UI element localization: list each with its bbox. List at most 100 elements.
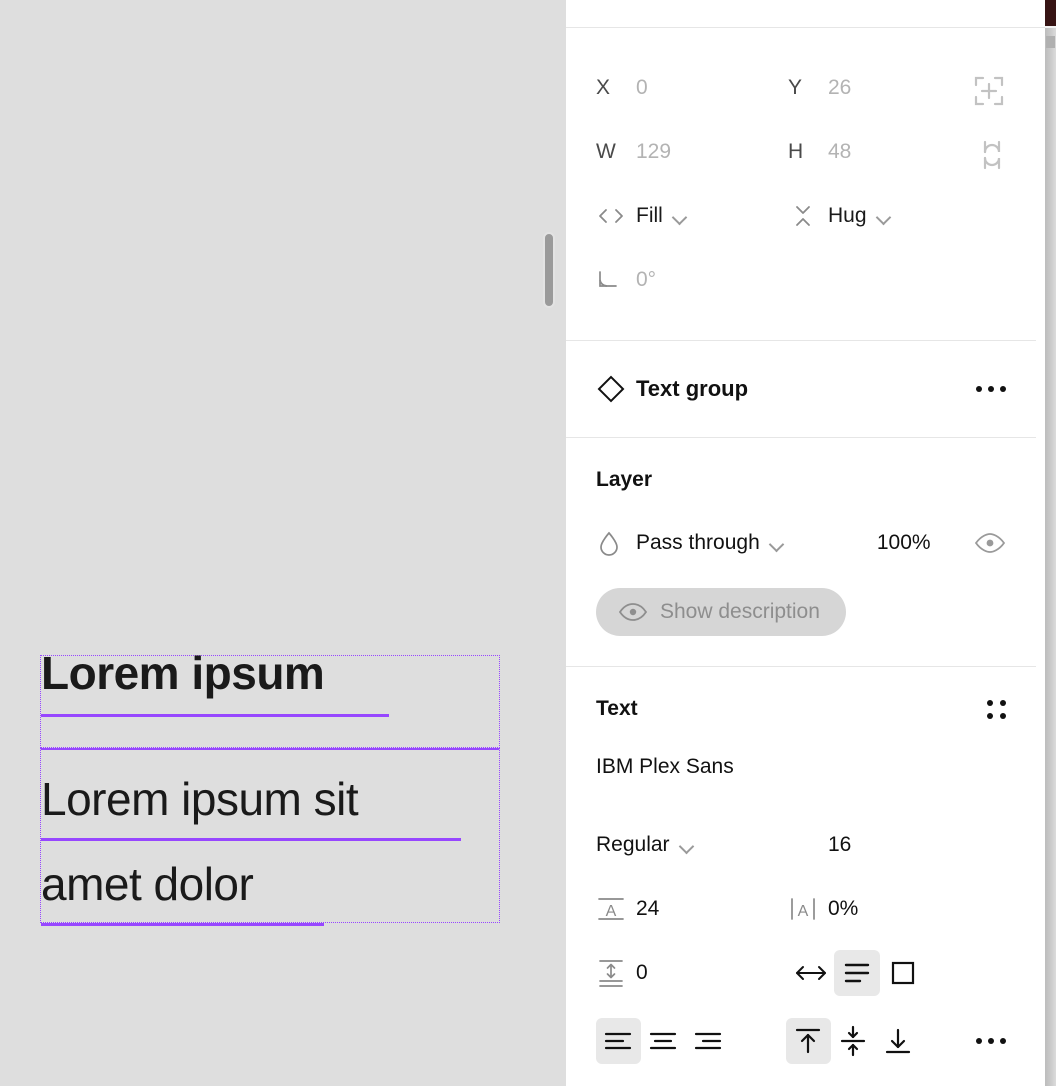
design-canvas[interactable]: Lorem ipsum Lorem ipsum sit amet dolor bbox=[0, 0, 566, 1086]
vertical-resize-value: Hug bbox=[828, 204, 867, 227]
align-top-button[interactable] bbox=[786, 1018, 831, 1064]
layer-section: Layer Pass through 100% Show description bbox=[566, 438, 1036, 667]
text-section-title: Text bbox=[596, 697, 638, 720]
fixed-size-button[interactable] bbox=[880, 950, 926, 996]
font-weight-value: Regular bbox=[596, 833, 670, 856]
spacing-row: A 24 A 0% bbox=[596, 877, 1006, 941]
font-family-field[interactable]: IBM Plex Sans bbox=[596, 755, 1006, 779]
paragraph-spacing-field[interactable]: 0 bbox=[596, 957, 788, 989]
align-bottom-button[interactable] bbox=[875, 1018, 920, 1064]
canvas-vertical-scrollbar[interactable] bbox=[543, 0, 555, 1086]
line-height-field[interactable]: A 24 bbox=[596, 894, 788, 924]
dot bbox=[1000, 386, 1006, 392]
text-section: Text IBM Plex Sans Regular 16 A 24 A 0% … bbox=[566, 667, 1036, 1086]
geometry-section: X 0 Y 26 W 129 H 48 Fill Hug 0° bbox=[566, 28, 1036, 341]
letter-spacing-value: 0% bbox=[828, 897, 859, 920]
rotation-row: 0° bbox=[596, 248, 1006, 312]
heading-text-glyphs: Lorem ipsum bbox=[41, 647, 325, 699]
align-right-button[interactable] bbox=[685, 1018, 730, 1064]
show-description-label: Show description bbox=[660, 600, 820, 623]
x-value[interactable]: 0 bbox=[636, 76, 648, 100]
h-label: H bbox=[788, 140, 804, 163]
width-field[interactable]: W 129 bbox=[596, 140, 788, 164]
window-title-bar-accent bbox=[1045, 0, 1056, 26]
y-label: Y bbox=[788, 76, 803, 99]
object-header: Text group bbox=[566, 341, 1036, 438]
body-baseline-indicator-2 bbox=[41, 923, 324, 926]
canvas-text-object-heading[interactable]: Lorem ipsum bbox=[40, 647, 500, 748]
dot bbox=[987, 712, 993, 719]
canvas-scrollbar-thumb[interactable] bbox=[543, 232, 555, 308]
align-left-button[interactable] bbox=[596, 1018, 641, 1064]
auto-height-button[interactable] bbox=[834, 950, 880, 996]
x-field[interactable]: X 0 bbox=[596, 76, 788, 100]
align-middle-button[interactable] bbox=[831, 1018, 876, 1064]
paragraph-spacing-icon bbox=[596, 957, 636, 989]
constrain-position-icon[interactable] bbox=[972, 74, 1006, 108]
layer-visibility-toggle[interactable] bbox=[974, 532, 1006, 554]
panel-content: X 0 Y 26 W 129 H 48 Fill Hug 0° Text gro… bbox=[566, 28, 1036, 1086]
vertical-resize-icon bbox=[788, 204, 828, 228]
chevron-down-icon bbox=[680, 841, 694, 850]
font-style-row: Regular 16 bbox=[596, 813, 1006, 877]
chevron-down-icon bbox=[770, 539, 784, 548]
body-text-line-2: amet dolor bbox=[41, 858, 254, 910]
blend-mode-dropdown[interactable]: Pass through bbox=[636, 531, 877, 555]
line-height-value: 24 bbox=[636, 897, 660, 920]
line-height-icon: A bbox=[596, 894, 636, 924]
layer-blend-row: Pass through 100% bbox=[596, 522, 1006, 564]
font-size-field[interactable]: 16 bbox=[788, 833, 980, 857]
rotation-field[interactable]: 0° bbox=[596, 268, 788, 292]
alignment-row bbox=[596, 1009, 1007, 1073]
dot bbox=[976, 1038, 983, 1044]
font-weight-dropdown[interactable]: Regular bbox=[596, 833, 788, 857]
auto-width-button[interactable] bbox=[788, 950, 834, 996]
object-more-options-button[interactable] bbox=[976, 386, 1006, 392]
blend-mode-value: Pass through bbox=[636, 531, 760, 554]
letter-spacing-field[interactable]: A 0% bbox=[788, 894, 980, 924]
align-center-button[interactable] bbox=[641, 1018, 686, 1064]
opacity-value[interactable]: 100% bbox=[877, 531, 974, 555]
show-description-button[interactable]: Show description bbox=[596, 588, 846, 636]
chevron-down-icon bbox=[877, 212, 891, 221]
rotation-value[interactable]: 0° bbox=[636, 268, 656, 292]
resizing-row: Fill Hug bbox=[596, 184, 1006, 248]
dot bbox=[976, 386, 982, 392]
window-vertical-scrollbar[interactable] bbox=[1045, 0, 1056, 1086]
horizontal-resize-dropdown[interactable]: Fill bbox=[596, 204, 788, 228]
w-value[interactable]: 129 bbox=[636, 140, 671, 164]
body-text-line-1: Lorem ipsum sit bbox=[41, 773, 359, 825]
y-value[interactable]: 26 bbox=[828, 76, 851, 100]
corner-radius-icon[interactable] bbox=[978, 138, 1006, 172]
window-scrollbar-track[interactable] bbox=[1045, 28, 1056, 1086]
blend-mode-icon bbox=[596, 529, 636, 557]
angle-icon bbox=[596, 269, 636, 291]
chevron-down-icon bbox=[673, 212, 687, 221]
paragraph-row: 0 bbox=[596, 941, 1006, 1005]
y-field[interactable]: Y 26 bbox=[788, 76, 980, 100]
h-value[interactable]: 48 bbox=[828, 140, 851, 164]
text-section-header: Text bbox=[596, 697, 1006, 721]
height-field[interactable]: H 48 bbox=[788, 140, 980, 164]
canvas-text-object-body[interactable]: Lorem ipsum sit amet dolor bbox=[40, 748, 500, 926]
diamond-icon bbox=[596, 374, 636, 404]
text-style-apply-icon[interactable] bbox=[987, 699, 1006, 719]
letter-spacing-icon: A bbox=[788, 894, 828, 924]
dot bbox=[988, 1038, 995, 1044]
body-baseline-indicator-1 bbox=[41, 838, 461, 841]
dot bbox=[987, 699, 993, 706]
dot bbox=[1000, 1038, 1007, 1044]
horizontal-resize-icon bbox=[596, 206, 636, 226]
x-label: X bbox=[596, 76, 611, 99]
heading-baseline-indicator bbox=[41, 714, 389, 717]
text-more-options-button[interactable] bbox=[976, 1038, 1007, 1044]
window-scrollbar-thumb[interactable] bbox=[1046, 36, 1055, 48]
vertical-resize-dropdown[interactable]: Hug bbox=[788, 204, 980, 228]
w-label: W bbox=[596, 140, 616, 163]
properties-panel: X 0 Y 26 W 129 H 48 Fill Hug 0° Text gro… bbox=[566, 0, 1056, 1086]
dot bbox=[1000, 699, 1006, 706]
dot bbox=[1000, 712, 1006, 719]
dot bbox=[988, 386, 994, 392]
panel-top-divider bbox=[566, 0, 1056, 28]
position-row: X 0 Y 26 bbox=[596, 56, 1006, 120]
